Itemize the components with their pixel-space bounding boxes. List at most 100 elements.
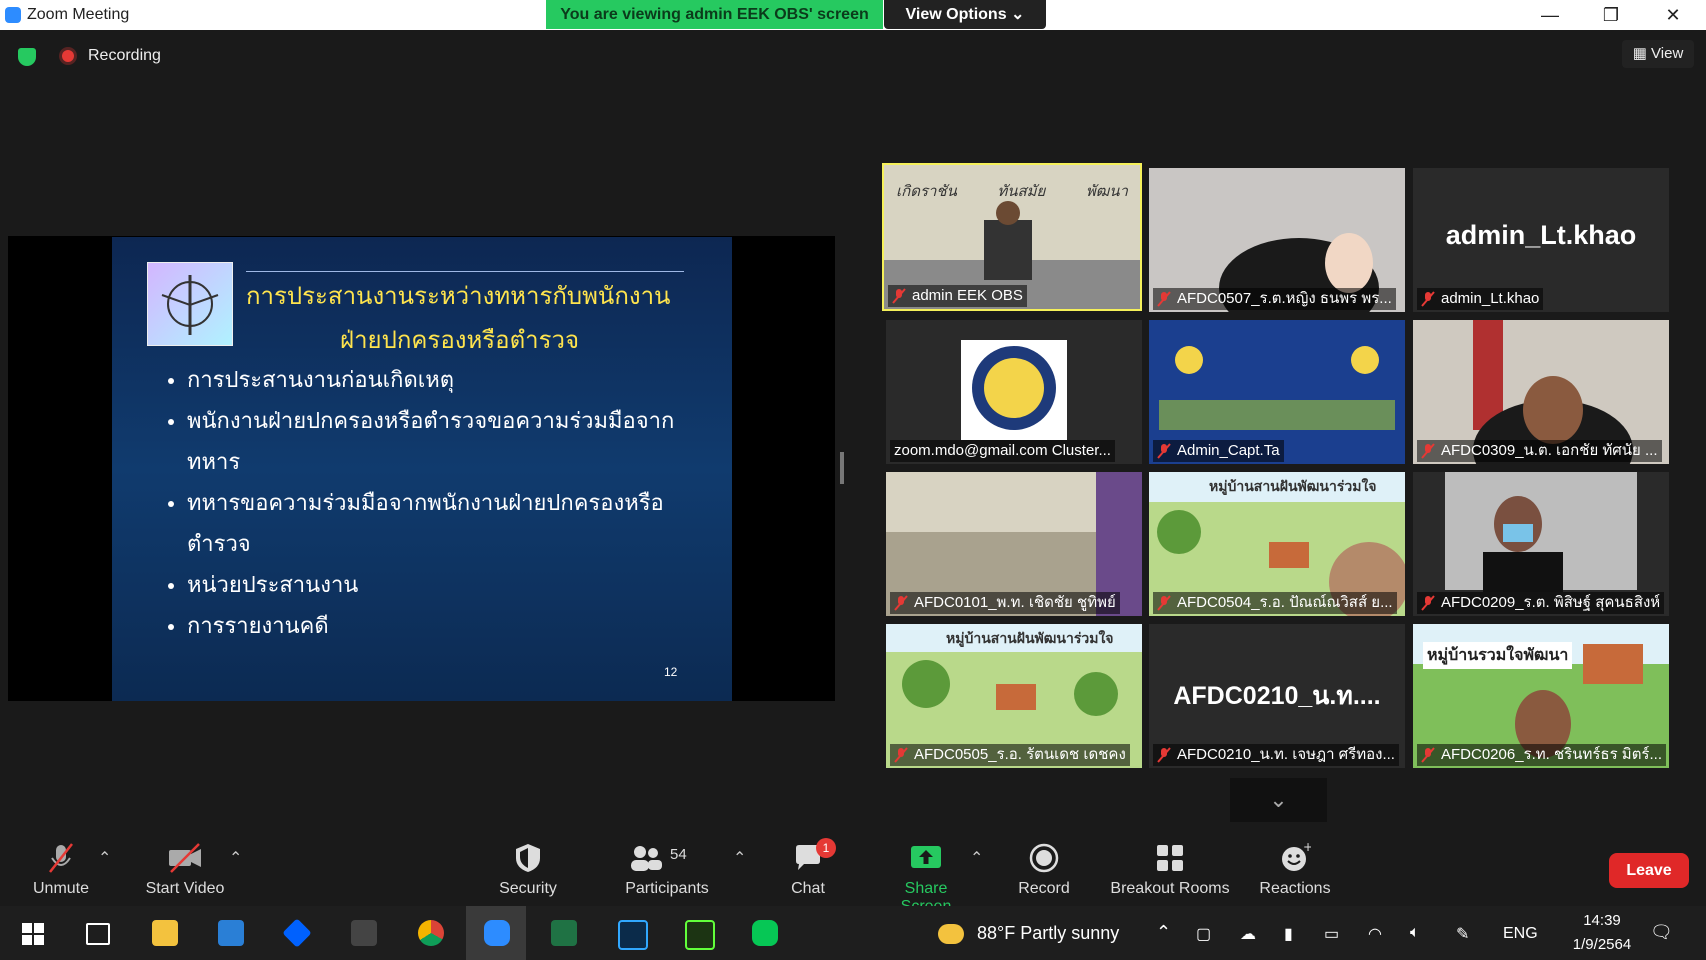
grid-icon: ▦ [1632, 45, 1647, 62]
pen-icon[interactable]: ✎ [1456, 924, 1469, 944]
reactions-button[interactable]: + Reactions [1256, 842, 1334, 898]
input-language[interactable]: ENG [1503, 925, 1538, 943]
show-hidden-icons-chevron[interactable]: ⌃ [1156, 922, 1171, 943]
meet-now-icon[interactable]: ▢ [1196, 924, 1211, 944]
taskbar-photoshop[interactable] [600, 906, 660, 960]
taskbar-mail[interactable] [200, 906, 260, 960]
task-view-button[interactable] [66, 906, 126, 960]
video-tile[interactable]: AFDC0101_พ.ท. เชิดชัย ชูทิพย์ [886, 472, 1142, 616]
slide-divider [246, 271, 684, 272]
video-tile[interactable]: zoom.mdo@gmail.com Cluster... [886, 320, 1142, 464]
windows-logo-icon [22, 923, 44, 945]
video-tile[interactable]: หมู่บ้านสานฝันพัฒนาร่วมใจ AFDC0505_ร.อ. … [886, 624, 1142, 768]
screen-share-banner: You are viewing admin EEK OBS' screen [546, 0, 883, 29]
room-sign-text: ทันสมัย [997, 182, 1046, 200]
security-shield-icon [516, 844, 540, 872]
participant-big-name: admin_Lt.khao [1445, 220, 1637, 250]
taskbar-app[interactable] [333, 906, 393, 960]
start-video-button[interactable]: Start Video [140, 842, 230, 898]
slide-bullet: พนักงานฝ่ายปกครองหรือตำรวจขอความร่วมมือจ… [187, 401, 707, 483]
notifications-icon[interactable]: 🗨︎ [1650, 922, 1673, 943]
taskbar-dropbox[interactable] [266, 906, 326, 960]
battery-icon[interactable]: ▭ [1324, 924, 1339, 944]
chrome-icon [418, 920, 444, 946]
muted-mic-icon [892, 288, 906, 304]
volume-icon[interactable]: 🔈︎ [1410, 924, 1420, 942]
audio-options-caret[interactable]: ⌃ [98, 848, 111, 868]
close-icon[interactable]: ✕ [1648, 0, 1698, 30]
wifi-icon[interactable]: ◠ [1368, 924, 1382, 944]
slide-logo [147, 262, 233, 346]
video-tile[interactable]: หมู่บ้านสานฝันพัฒนาร่วมใจ AFDC0504_ร.อ. … [1149, 472, 1405, 616]
share-options-caret[interactable]: ⌃ [970, 848, 983, 868]
video-tile[interactable]: AFDC0507_ร.ต.หญิง ธนพร พร... [1149, 168, 1405, 312]
muted-mic-icon [894, 595, 908, 611]
excel-icon [551, 920, 577, 946]
tile-banner-text: หมู่บ้านรวมใจพัฒนา [1423, 642, 1573, 669]
room-sign-text: พัฒนา [1085, 182, 1128, 200]
gallery-view-button[interactable]: ▦ View [1622, 40, 1694, 68]
share-screen-button[interactable]: Share Screen [878, 842, 974, 916]
slide-bullet: หน่วยประสานงาน [187, 565, 707, 606]
video-tile[interactable]: AFDC0210_น.ท.... AFDC0210_น.ท. เจษฎา ศรี… [1149, 624, 1405, 768]
participant-name: zoom.mdo@gmail.com Cluster... [890, 440, 1115, 462]
taskbar-dreamweaver[interactable] [667, 906, 727, 960]
participants-button[interactable]: 54 Participants [620, 842, 714, 898]
minimize-icon[interactable]: — [1525, 0, 1575, 30]
clock-date[interactable]: 1/9/2564 [1557, 936, 1647, 953]
start-button[interactable] [2, 906, 62, 960]
participant-big-name: AFDC0210_น.ท.... [1173, 682, 1381, 710]
participants-label: Participants [625, 880, 709, 897]
dreamweaver-icon [685, 920, 715, 950]
taskbar-line[interactable] [734, 906, 794, 960]
taskbar-zoom[interactable] [466, 906, 526, 960]
taskbar-excel[interactable] [533, 906, 593, 960]
video-tile[interactable]: เกิดราชัน ทันสมัย พัฒนา admin EEK OBS [882, 163, 1142, 311]
gallery-next-page-button[interactable]: ⌄ [1230, 778, 1327, 822]
slide-title-line1: การประสานงานระหว่างทหารกับพนักงาน [246, 282, 671, 310]
breakout-rooms-label: Breakout Rooms [1110, 880, 1230, 897]
breakout-rooms-button[interactable]: Breakout Rooms [1108, 842, 1232, 898]
slide-bullet: การรายงานคดี [187, 606, 707, 647]
video-tile[interactable]: Admin_Capt.Ta [1149, 320, 1405, 464]
muted-mic-icon [1157, 443, 1171, 459]
video-tile[interactable]: AFDC0209_ร.ต. พิสิษฐ์ สุคนธสิงห์ [1413, 472, 1669, 616]
view-label: View [1651, 45, 1684, 62]
video-tile[interactable]: หมู่บ้านรวมใจพัฒนา AFDC0206_ร.ท. ชรินทร์… [1413, 624, 1669, 768]
participant-name: AFDC0309_น.ต. เอกชัย ทัศนัย ... [1417, 440, 1662, 462]
video-options-caret[interactable]: ⌃ [229, 848, 242, 868]
view-options-button[interactable]: View Options ⌄ [884, 0, 1046, 29]
participants-options-caret[interactable]: ⌃ [733, 848, 746, 868]
taskbar-file-explorer[interactable] [134, 906, 194, 960]
participant-name: AFDC0505_ร.อ. รัตนเดช เดชคง [890, 744, 1130, 766]
partly-sunny-icon [938, 924, 964, 945]
participants-count: 54 [670, 846, 687, 863]
weather-widget[interactable]: 88°F Partly sunny [938, 923, 1119, 945]
unmute-button[interactable]: Unmute [28, 842, 94, 898]
panel-splitter-handle[interactable] [840, 452, 844, 484]
restore-icon[interactable]: ❐ [1586, 0, 1636, 30]
start-video-label: Start Video [145, 880, 225, 897]
participant-name: AFDC0209_ร.ต. พิสิษฐ์ สุคนธสิงห์ [1417, 592, 1665, 614]
slide-bullet-list: การประสานงานก่อนเกิดเหตุ พนักงานฝ่ายปกคร… [165, 360, 707, 647]
clock-time[interactable]: 14:39 [1567, 912, 1637, 929]
participant-name: AFDC0206_ร.ท. ชรินทร์ธร มิตร์... [1417, 744, 1666, 766]
video-tile[interactable]: AFDC0309_น.ต. เอกชัย ทัศนัย ... [1413, 320, 1669, 464]
leave-meeting-button[interactable]: Leave [1609, 853, 1689, 888]
folder-icon [152, 920, 178, 946]
reactions-label: Reactions [1259, 880, 1331, 897]
share-screen-icon [911, 846, 941, 868]
microphone-tray-icon[interactable]: ▮ [1284, 924, 1293, 944]
security-button[interactable]: Security [493, 842, 563, 898]
taskbar-chrome[interactable] [400, 906, 460, 960]
app-icon [351, 920, 377, 946]
reactions-smiley-icon: + [1282, 842, 1311, 871]
record-button[interactable]: Record [1016, 842, 1072, 898]
participant-name: AFDC0507_ร.ต.หญิง ธนพร พร... [1153, 288, 1396, 310]
encryption-shield-icon[interactable] [18, 48, 36, 66]
onedrive-cloud-icon[interactable]: ☁ [1240, 924, 1256, 944]
mic-muted-icon [49, 843, 73, 873]
slide-bullet: การประสานงานก่อนเกิดเหตุ [187, 360, 707, 401]
title-bar: Zoom Meeting You are viewing admin EEK O… [0, 0, 1706, 30]
video-tile[interactable]: admin_Lt.khao admin_Lt.khao [1413, 168, 1669, 312]
